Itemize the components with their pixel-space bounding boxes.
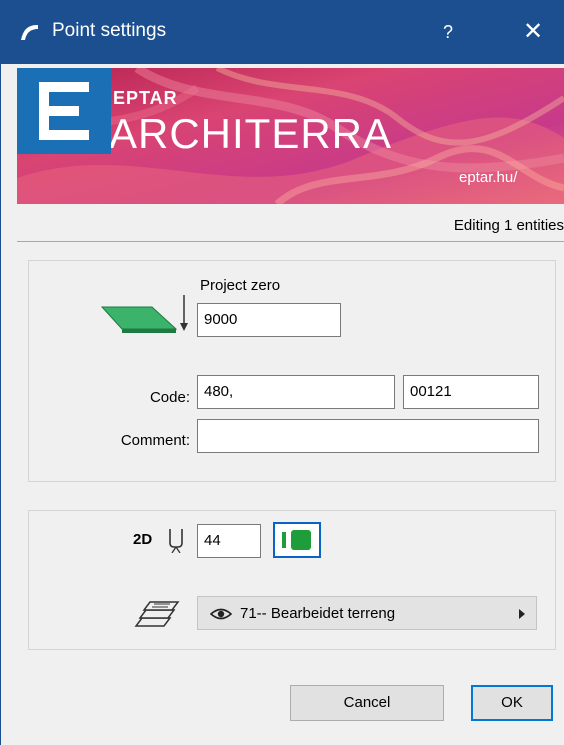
editing-status: Editing 1 entities xyxy=(453,217,564,234)
close-button[interactable]: ✕ xyxy=(513,12,553,52)
layer-select[interactable]: 71-- Bearbeidet terreng xyxy=(197,596,537,630)
comment-input[interactable] xyxy=(197,419,539,453)
ok-button[interactable]: OK xyxy=(471,685,553,721)
code-input-secondary[interactable]: 00121 xyxy=(403,375,539,409)
elevation-input[interactable]: 9000 xyxy=(197,303,341,337)
banner-product-name: ARCHITERRA xyxy=(109,110,393,157)
code-label: Code: xyxy=(149,389,190,406)
pen-icon xyxy=(169,529,183,553)
comment-label: Comment: xyxy=(120,432,190,449)
architerra-banner: AT EPTAR ARCHITERRA eptar.hu/ xyxy=(17,68,564,204)
project-zero-label: Project zero xyxy=(200,277,281,294)
pen-number-input[interactable]: 44 xyxy=(197,524,261,558)
window-title: Point settings xyxy=(52,20,167,41)
cancel-button[interactable]: Cancel xyxy=(290,685,444,721)
layer-select-value: 71-- Bearbeidet terreng xyxy=(240,605,396,622)
help-button[interactable]: ? xyxy=(433,14,463,50)
pen-label: 2D xyxy=(133,531,153,548)
banner-eptar-text: EPTAR xyxy=(113,88,178,108)
slab-elevation-icon xyxy=(100,295,188,333)
pen-color-swatch-icon xyxy=(282,530,311,550)
window-frame xyxy=(0,64,1,745)
pen-color-button[interactable] xyxy=(273,522,321,558)
code-input-primary[interactable]: 480, xyxy=(197,375,395,409)
separator xyxy=(17,241,564,242)
chevron-right-icon xyxy=(519,609,525,619)
archicad-app-icon xyxy=(18,22,42,42)
eptar-logo-icon xyxy=(17,68,111,154)
banner-url-text: eptar.hu/ xyxy=(459,169,518,186)
eye-icon xyxy=(210,608,232,620)
layers-icon xyxy=(134,601,180,627)
title-bar: Point settings ? ✕ xyxy=(0,0,564,64)
